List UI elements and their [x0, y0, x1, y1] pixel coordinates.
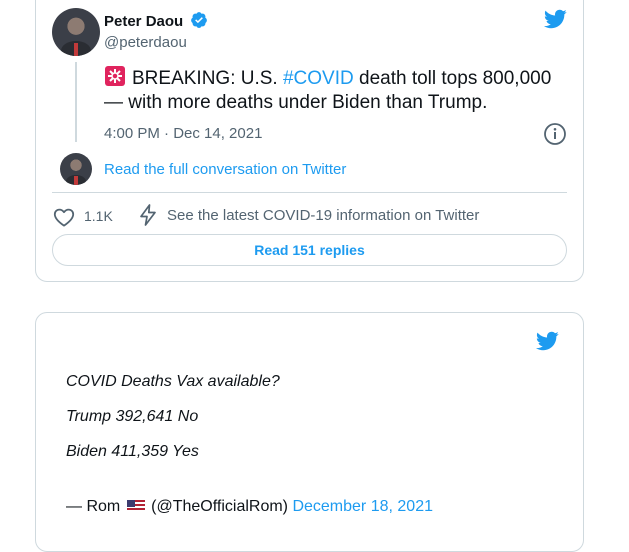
attribution: — Rom (@TheOfficialRom) December 18, 202…	[66, 498, 433, 516]
read-replies-button[interactable]: Read 151 replies	[52, 234, 567, 266]
police-light-emoji	[105, 66, 125, 86]
verified-badge-icon	[191, 12, 207, 28]
info-icon[interactable]	[543, 122, 567, 146]
author-name[interactable]: Peter Daou	[104, 13, 183, 30]
tweet-text-prefix: BREAKING: U.S.	[132, 68, 283, 89]
attribution-handle[interactable]: (@TheOfficialRom)	[151, 498, 288, 515]
like-count[interactable]: 1.1K	[84, 208, 113, 224]
divider	[52, 192, 567, 193]
quote-line: Biden 411,359 Yes	[66, 443, 199, 460]
thread-line	[75, 62, 77, 142]
twitter-bird-icon[interactable]	[543, 7, 567, 31]
tweet-text: BREAKING: U.S. #COVID death toll tops 80…	[104, 65, 574, 115]
twitter-bird-icon[interactable]	[535, 329, 559, 353]
avatar[interactable]	[52, 8, 100, 56]
read-conversation-link[interactable]: Read the full conversation on Twitter	[104, 161, 346, 178]
timestamp-link[interactable]: 4:00 PM · Dec 14, 2021	[104, 125, 262, 142]
quote-line: COVID Deaths Vax available?	[66, 373, 280, 390]
quoted-tweet-card: COVID Deaths Vax available? Trump 392,64…	[35, 312, 584, 552]
author-handle[interactable]: @peterdaou	[104, 34, 187, 51]
avatar-small[interactable]	[60, 153, 92, 185]
tweet-date-link[interactable]: December 18, 2021	[292, 498, 433, 515]
quote-line: Trump 392,641 No	[66, 408, 199, 425]
us-flag-emoji	[126, 500, 145, 512]
attribution-name: — Rom	[66, 498, 121, 515]
tweet-embed-card: Peter Daou @peterdaou BREAKING: U.S. #CO…	[35, 0, 584, 282]
heart-icon[interactable]	[52, 205, 76, 229]
covid-info-link[interactable]: See the latest COVID-19 information on T…	[167, 207, 479, 224]
hashtag-link[interactable]: #COVID	[283, 68, 354, 89]
lightning-icon	[140, 204, 156, 226]
